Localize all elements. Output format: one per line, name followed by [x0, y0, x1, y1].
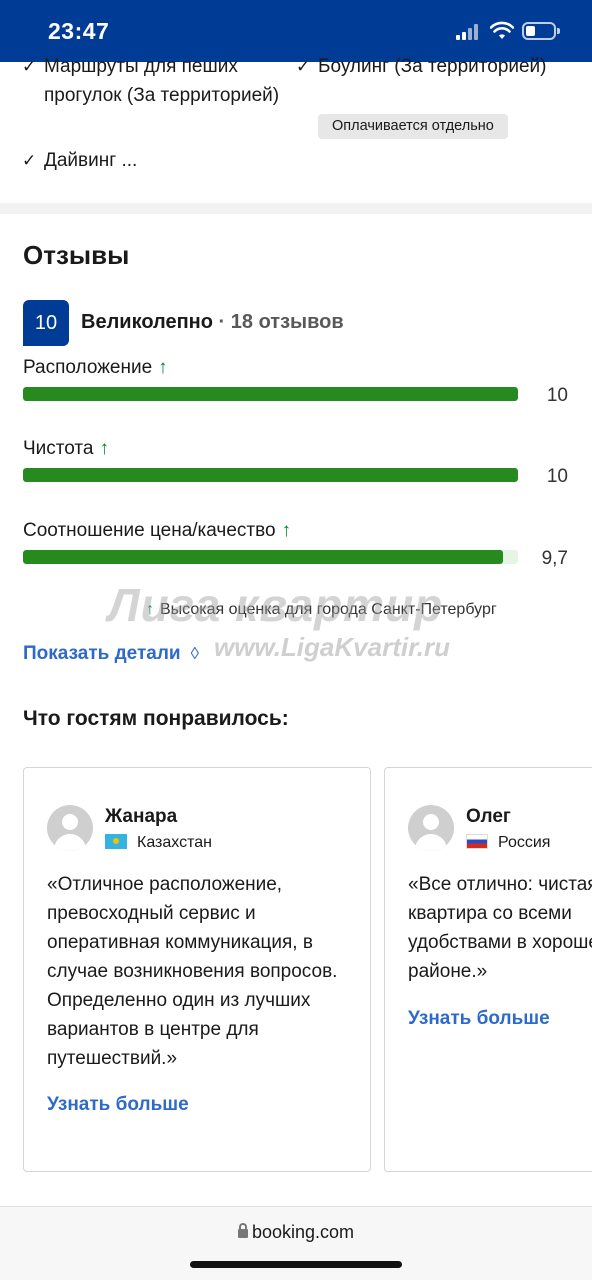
bar-fill: [23, 550, 504, 564]
facility-diving: ✓ Дайвинг ...: [22, 146, 284, 175]
category-location-bar: [23, 387, 518, 401]
reviews-heading: Отзывы: [23, 240, 130, 270]
review-card: Жанара Казахстан «Отличное расположение,…: [23, 767, 371, 1172]
category-cleanliness-bar: [23, 468, 518, 482]
russia-flag-icon: [466, 834, 488, 849]
country-name: Россия: [498, 834, 551, 851]
bar-fill: [23, 468, 518, 482]
facility-bowling: ✓ Боулинг (За территорией): [296, 52, 558, 81]
check-icon: ✓: [22, 151, 37, 170]
category-location-label: Расположение ↑: [23, 357, 168, 379]
category-value-label: Соотношение цена/качество ↑: [23, 520, 291, 542]
lock-icon: [237, 1223, 248, 1238]
learn-more-link[interactable]: Узнать больше: [47, 1094, 189, 1116]
bar-fill: [23, 387, 518, 401]
category-name: Расположение: [23, 357, 153, 378]
learn-more-link[interactable]: Узнать больше: [408, 1008, 550, 1030]
url-text: booking.com: [251, 1222, 355, 1242]
show-details-label: Показать детали: [23, 643, 181, 664]
high-score-note: ↑ Высокая оценка для города Санкт-Петербу…: [146, 601, 497, 619]
review-quote: «Отличное расположение, превосходный сер…: [47, 874, 338, 1069]
watermark-url: www.LigaKvartir.ru: [214, 632, 450, 662]
category-location-score: 10: [546, 385, 568, 406]
review-count: 18 отзывов: [230, 311, 344, 333]
category-name: Соотношение цена/качество: [23, 520, 276, 541]
facility-label: Маршруты для пеших прогулок (За территор…: [44, 56, 280, 106]
avatar: [408, 805, 454, 851]
up-arrow-icon: ↑: [146, 601, 154, 618]
separator: ·: [212, 311, 231, 333]
category-cleanliness-label: Чистота ↑: [23, 438, 109, 460]
paid-separately-badge: Оплачивается отдельно: [318, 114, 508, 139]
facility-label: Боулинг (За территорией): [318, 56, 547, 77]
address-url[interactable]: booking.com: [0, 1222, 592, 1243]
kazakhstan-flag-icon: [105, 834, 127, 849]
up-arrow-icon: ↑: [158, 357, 168, 378]
show-details-link[interactable]: Показать детали ◊: [23, 643, 199, 665]
section-divider: [0, 203, 592, 214]
country-name: Казахстан: [137, 834, 212, 851]
review-summary: Великолепно · 18 отзывов: [81, 311, 344, 334]
reviewer-name: Жанара: [105, 806, 178, 827]
expand-chevron-icon: ◊: [190, 644, 200, 663]
reviewer-country: Казахстан: [105, 834, 212, 852]
facility-label: Дайвинг ...: [44, 150, 138, 171]
check-icon: ✓: [22, 57, 37, 76]
up-arrow-icon: ↑: [99, 438, 109, 459]
wifi-icon: [490, 21, 514, 39]
status-time: 23:47: [48, 18, 110, 44]
category-cleanliness-score: 10: [546, 466, 568, 487]
guests-liked-heading: Что гостям понравилось:: [23, 707, 289, 730]
facility-walking-routes: ✓ Маршруты для пеших прогулок (За террит…: [22, 52, 284, 110]
battery-icon: [522, 22, 560, 40]
browser-address-bar[interactable]: booking.com: [0, 1206, 592, 1280]
category-value-bar: [23, 550, 518, 564]
home-indicator[interactable]: [190, 1261, 402, 1268]
reviewer-name: Олег: [466, 806, 511, 827]
review-quote: «Все отлично: чистая квартира со всеми у…: [408, 874, 592, 982]
rating-word: Великолепно: [81, 311, 213, 333]
review-card: Олег Россия «Все отлично: чистая квартир…: [384, 767, 592, 1172]
reviewer-country: Россия: [466, 834, 550, 852]
review-score-badge: 10: [23, 300, 69, 346]
cellular-signal-icon: [456, 24, 482, 40]
high-score-text: Высокая оценка для города Санкт-Петербур…: [160, 601, 497, 618]
up-arrow-icon: ↑: [281, 520, 292, 541]
category-value-score: 9,7: [541, 548, 568, 569]
check-icon: ✓: [296, 57, 311, 76]
category-name: Чистота: [23, 438, 94, 459]
avatar: [47, 805, 93, 851]
